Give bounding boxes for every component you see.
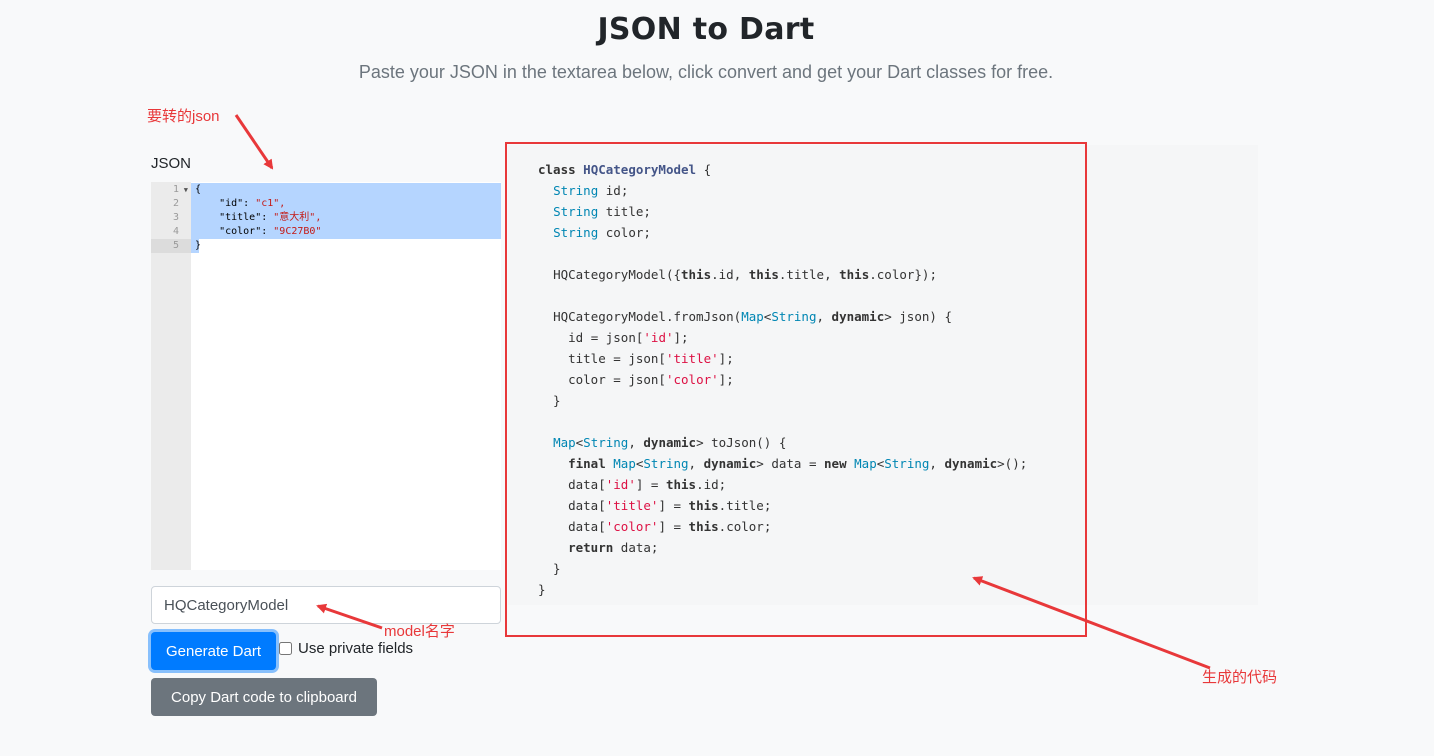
arrow-to-output [972,576,1211,670]
arrow-to-model-input [316,603,383,630]
arrow-to-json-editor [234,114,274,170]
annotation-code-note: 生成的代码 [1202,669,1278,686]
annotation-model-note: model名字 [384,623,455,640]
annotation-json-note: 要转的json [147,108,220,125]
